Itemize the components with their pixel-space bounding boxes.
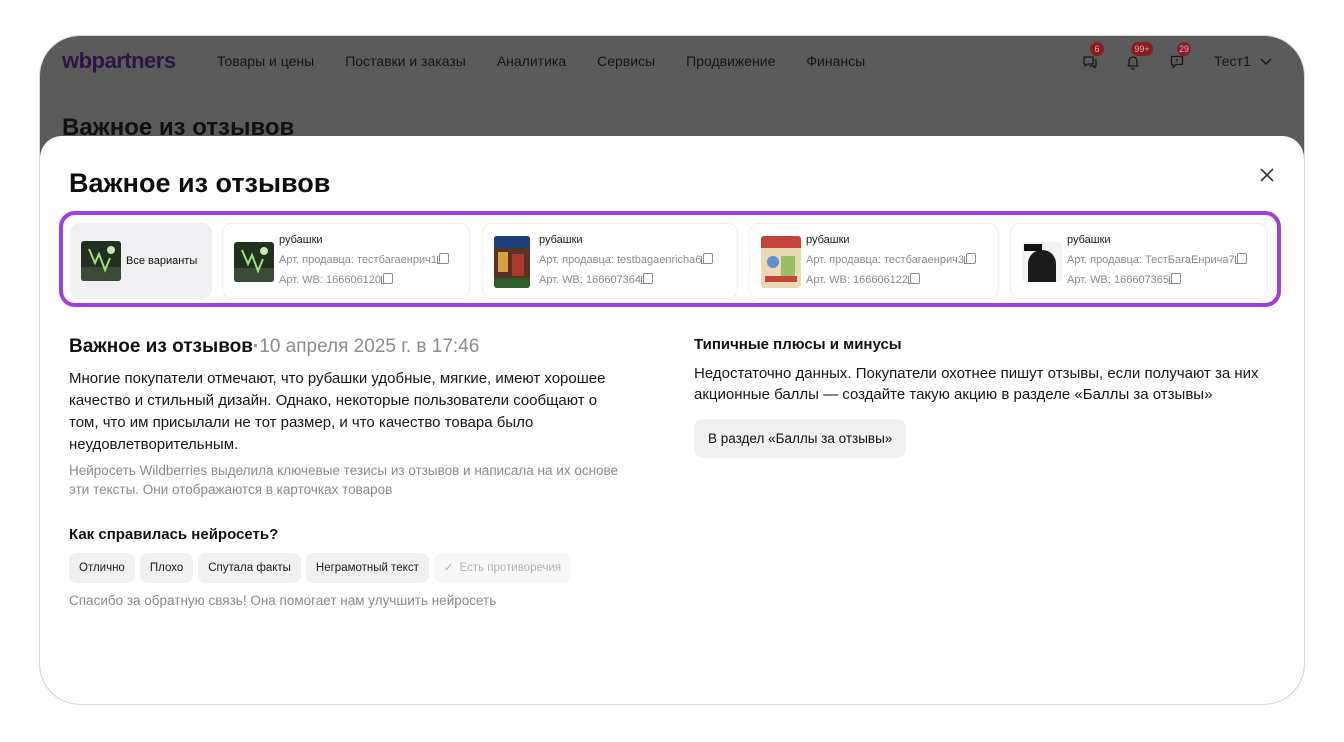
variant-seller-art[interactable]: Арт. продавца: testbagaenricha6	[539, 253, 714, 267]
chat-button[interactable]: 6	[1080, 42, 1104, 72]
variant-category: рубашки	[279, 234, 323, 246]
copy-icon[interactable]	[908, 273, 921, 284]
bell-icon	[1127, 56, 1139, 70]
variant-card[interactable]: рубашки Арт. продавца: тестбагаенрич3 Ар…	[749, 223, 999, 299]
copy-icon[interactable]	[641, 273, 654, 284]
rating-chips: Отлично Плохо Спутала факты Неграмотный …	[69, 553, 629, 583]
modal-title: Важное из отзывов	[69, 168, 331, 198]
summary-note: Нейросеть Wildberries выделила ключевые …	[69, 463, 619, 497]
variant-info: рубашки Арт. продавца: testbagaenricha6 …	[539, 234, 714, 287]
nav-goods-prices[interactable]: Товары и цены	[217, 53, 314, 69]
notifications-button[interactable]: 99+	[1123, 42, 1153, 72]
variant-info: рубашки Арт. продавца: ТестБагаЕнрича7 А…	[1067, 234, 1247, 287]
notifications-badge: 99+	[1131, 42, 1153, 56]
summary-heading: Важное из отзывов·10 апреля 2025 г. в 17…	[69, 336, 480, 357]
variants-carousel: Все варианты рубашки Арт. продавца: тест…	[59, 211, 1281, 307]
summary-section: Важное из отзывов·10 апреля 2025 г. в 17…	[69, 336, 629, 608]
copy-icon[interactable]	[701, 253, 714, 264]
product-thumbnail	[1022, 242, 1062, 282]
main-nav: Товары и цены Поставки и заказы Аналитик…	[217, 53, 896, 69]
copy-icon[interactable]	[436, 253, 449, 264]
all-variants-tab[interactable]: Все варианты	[70, 223, 212, 299]
summary-date: 10 апреля 2025 г. в 17:46	[259, 336, 480, 357]
product-thumbnail	[494, 236, 530, 288]
user-name: Тест1	[1214, 53, 1251, 69]
chat-icon	[1083, 56, 1097, 69]
variant-info: рубашки Арт. продавца: тестбагаенрич3 Ар…	[806, 234, 976, 287]
pros-cons-text: Недостаточно данных. Покупатели охотнее …	[694, 365, 1259, 403]
wbpartners-logo[interactable]: wbpartners	[62, 48, 176, 74]
variant-seller-art[interactable]: Арт. продавца: тестбагаенрич1	[279, 253, 449, 267]
all-variants-label: Все варианты	[126, 255, 198, 267]
variant-category: рубашки	[539, 234, 583, 246]
pros-cons-heading: Типичные плюсы и минусы	[694, 336, 902, 353]
review-highlights-modal: Важное из отзывов Все варианты рубашки А…	[40, 136, 1304, 704]
app-window: wbpartners Товары и цены Поставки и зака…	[40, 36, 1304, 704]
variant-wb-art[interactable]: Арт. WB: 166607364	[539, 273, 713, 287]
pros-cons-section: Типичные плюсы и минусы Недостаточно дан…	[694, 336, 1284, 458]
chip-illiterate-text[interactable]: Неграмотный текст	[305, 553, 429, 583]
nav-supplies-orders[interactable]: Поставки и заказы	[345, 53, 466, 69]
variant-card[interactable]: рубашки Арт. продавца: тестбагаенрич1 Ар…	[222, 223, 470, 299]
support-button[interactable]: 29	[1167, 42, 1192, 72]
variant-seller-art[interactable]: Арт. продавца: тестбагаенрич3	[806, 253, 976, 267]
nav-services[interactable]: Сервисы	[597, 53, 655, 69]
nav-promotion[interactable]: Продвижение	[686, 53, 775, 69]
variant-info: рубашки Арт. продавца: тестбагаенрич1 Ар…	[279, 234, 449, 287]
copy-icon[interactable]	[381, 273, 394, 284]
variant-card[interactable]: рубашки Арт. продавца: testbagaenricha6 …	[482, 223, 738, 299]
check-icon: ✓	[443, 562, 454, 574]
feedback-thanks: Спасибо за обратную связь! Она помогает …	[69, 593, 497, 608]
chat-badge: 6	[1090, 42, 1104, 56]
product-thumbnail	[81, 241, 121, 281]
variant-seller-art[interactable]: Арт. продавца: ТестБагаЕнрича7	[1067, 253, 1247, 267]
nav-analytics[interactable]: Аналитика	[497, 53, 566, 69]
variant-wb-art[interactable]: Арт. WB: 166606120	[279, 273, 449, 287]
chip-confused-facts[interactable]: Спутала факты	[198, 553, 301, 583]
close-icon	[1260, 168, 1274, 182]
variant-wb-art[interactable]: Арт. WB: 166606122	[806, 273, 976, 287]
variant-category: рубашки	[806, 234, 850, 246]
support-icon	[1170, 55, 1184, 69]
support-badge: 29	[1177, 42, 1192, 56]
user-menu[interactable]: Тест1	[1214, 53, 1273, 69]
review-points-button[interactable]: В раздел «Баллы за отзывы»	[694, 419, 907, 458]
close-button[interactable]	[1256, 164, 1278, 186]
summary-text: Многие покупатели отмечают, что рубашки …	[69, 370, 606, 453]
nav-finance[interactable]: Финансы	[806, 53, 865, 69]
top-navigation-bar: wbpartners Товары и цены Поставки и зака…	[40, 36, 1304, 88]
copy-icon[interactable]	[1169, 273, 1182, 284]
chevron-down-icon	[1260, 58, 1272, 66]
copy-icon[interactable]	[1234, 253, 1247, 264]
variant-card[interactable]: рубашки Арт. продавца: ТестБагаЕнрича7 А…	[1010, 223, 1268, 299]
product-thumbnail	[761, 236, 801, 288]
copy-icon[interactable]	[963, 253, 976, 264]
variant-category: рубашки	[1067, 234, 1111, 246]
chip-bad[interactable]: Плохо	[139, 553, 194, 583]
product-thumbnail	[234, 242, 274, 282]
chip-excellent[interactable]: Отлично	[69, 553, 135, 583]
rating-heading: Как справилась нейросеть?	[69, 526, 279, 543]
variant-wb-art[interactable]: Арт. WB: 166607365	[1067, 273, 1247, 287]
chip-contradictions[interactable]: ✓ Есть противоречия	[433, 553, 572, 583]
